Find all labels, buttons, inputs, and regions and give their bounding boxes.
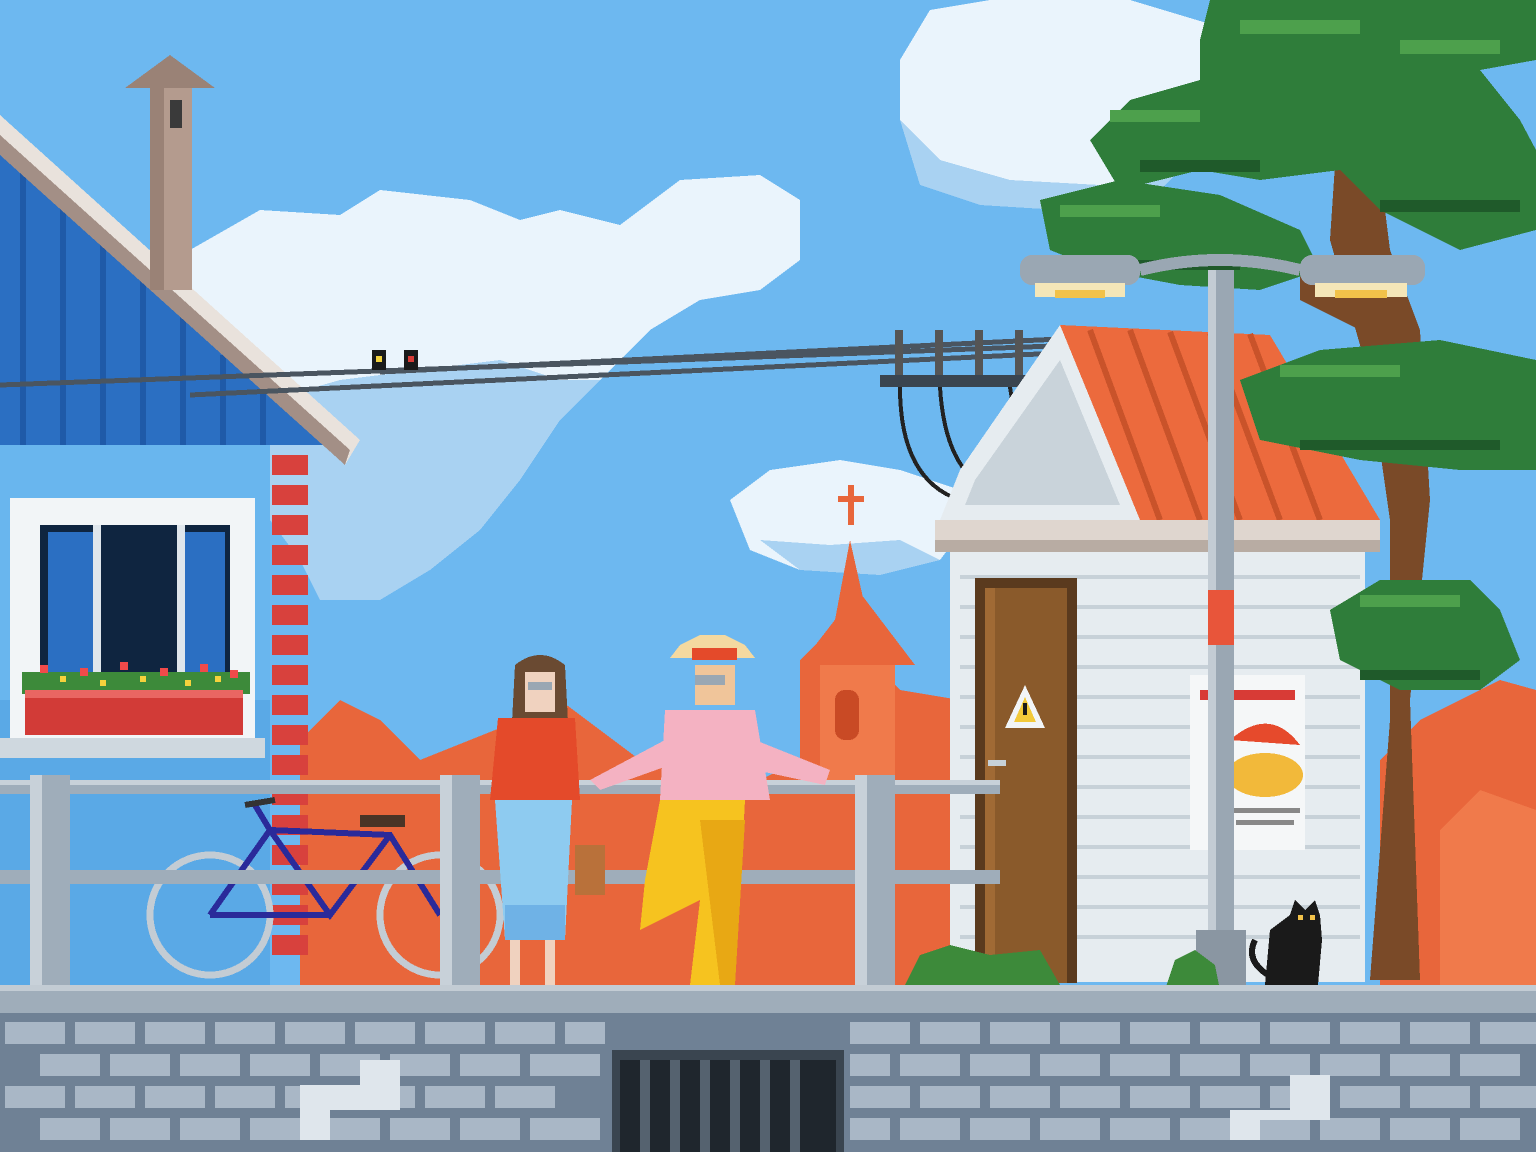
wall-poster <box>1190 675 1305 850</box>
flower-box <box>22 662 250 735</box>
pixel-art-scene <box>0 0 1536 1152</box>
drain-grate <box>612 1050 844 1152</box>
